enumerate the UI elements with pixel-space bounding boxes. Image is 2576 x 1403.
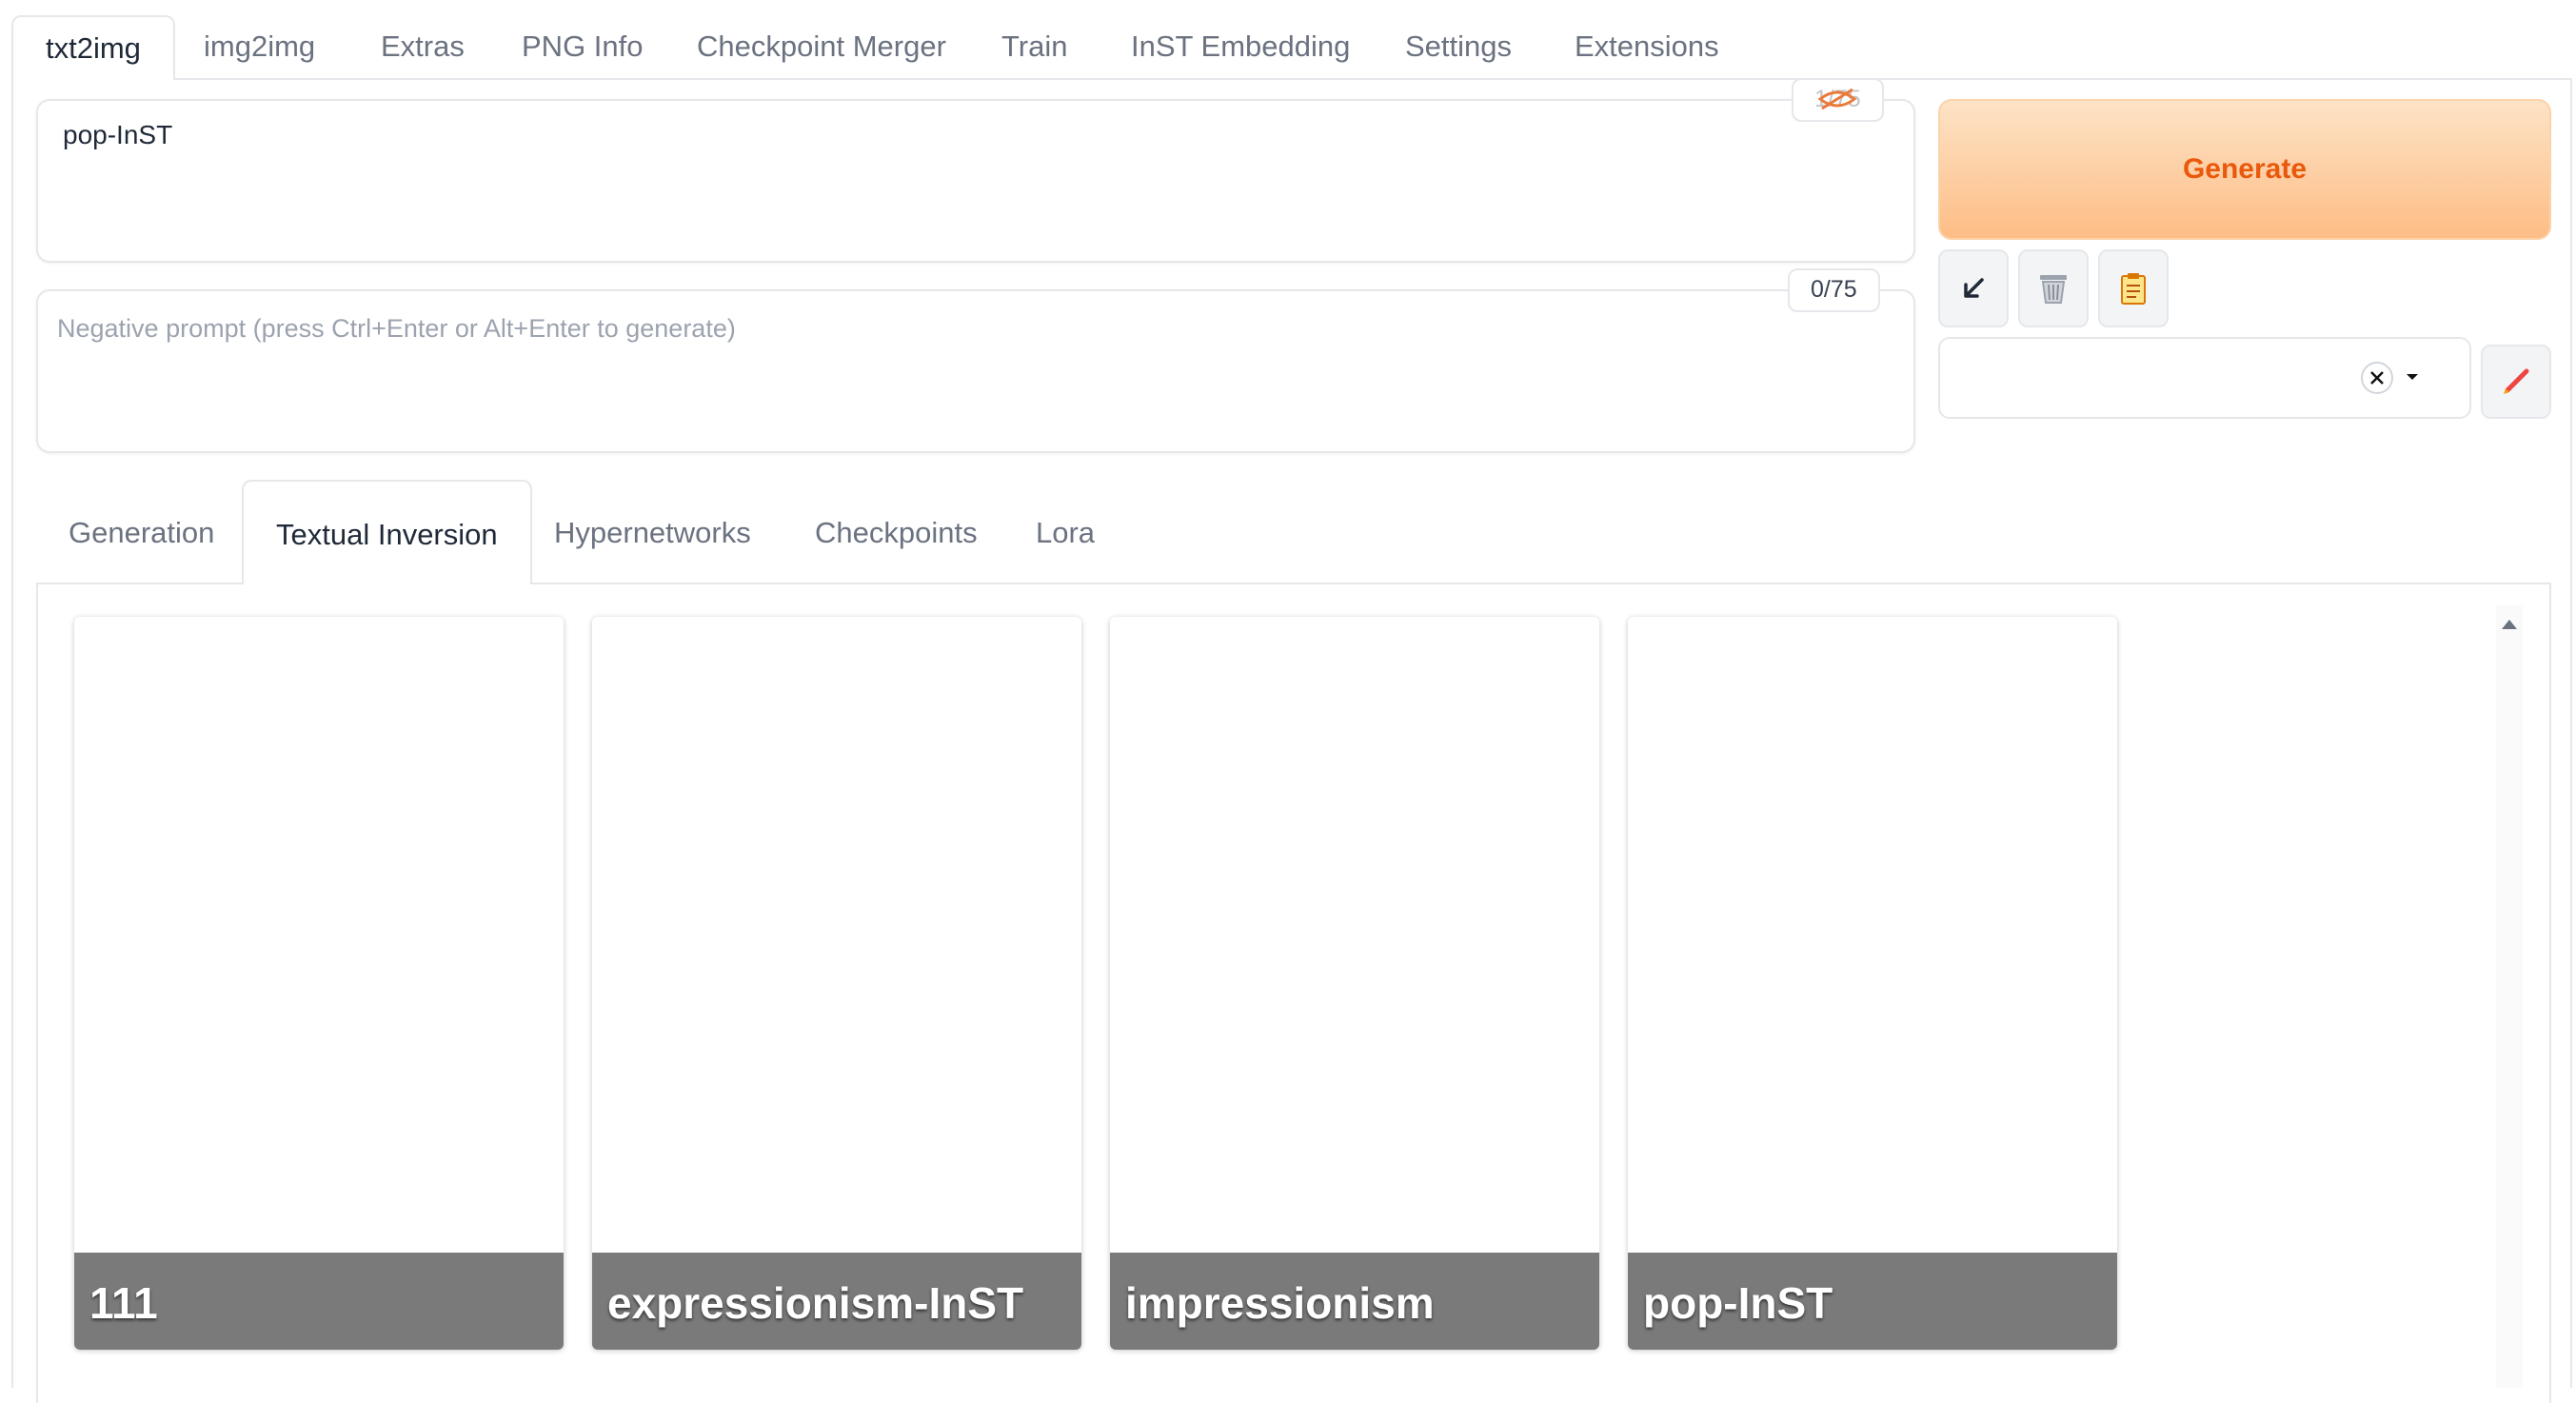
tab-png-info[interactable]: PNG Info	[489, 15, 676, 78]
tab-textual-inversion[interactable]: Textual Inversion	[242, 480, 532, 584]
card-label: 111	[74, 1253, 564, 1350]
pencil-icon	[2504, 368, 2529, 394]
generate-button[interactable]: Generate	[1938, 99, 2551, 240]
tab-checkpoint-merger[interactable]: Checkpoint Merger	[664, 15, 979, 78]
embedding-card-expressionism-inst[interactable]: expressionism-InST	[592, 617, 1081, 1350]
clipboard-icon	[2121, 273, 2146, 305]
card-label: expressionism-InST	[592, 1253, 1081, 1350]
card-label: impressionism	[1110, 1253, 1599, 1350]
clear-prompt-button[interactable]	[2018, 249, 2089, 327]
scroll-up-icon[interactable]	[2500, 617, 2519, 632]
embedding-card-111[interactable]: 111	[74, 617, 564, 1350]
prompt-token-counter: 1/75	[1792, 78, 1884, 122]
top-tab-bar-divider	[11, 78, 2572, 80]
embedding-card-impressionism[interactable]: impressionism	[1110, 617, 1599, 1350]
styles-dropdown[interactable]	[1938, 337, 2471, 419]
tab-img2img[interactable]: img2img	[171, 15, 347, 78]
chevron-down-icon[interactable]	[2405, 371, 2420, 383]
tab-txt2img[interactable]: txt2img	[11, 15, 175, 80]
token-hidden-icon	[1817, 88, 1857, 110]
negative-token-counter: 0/75	[1788, 268, 1880, 312]
page-border-right	[2570, 78, 2572, 1388]
prompt-textarea[interactable]: pop-InST	[36, 99, 1915, 263]
prompt-text: pop-InST	[63, 120, 173, 149]
tab-extras[interactable]: Extras	[348, 15, 497, 78]
negative-prompt-textarea[interactable]: Negative prompt (press Ctrl+Enter or Alt…	[36, 289, 1915, 453]
tab-inst-embedding[interactable]: InST Embedding	[1099, 15, 1382, 78]
trash-icon	[2040, 275, 2067, 304]
card-label: pop-InST	[1628, 1253, 2117, 1350]
tab-checkpoints[interactable]: Checkpoints	[783, 480, 1010, 583]
read-params-button[interactable]	[1938, 249, 2009, 327]
tab-settings[interactable]: Settings	[1373, 15, 1544, 78]
edit-styles-button[interactable]	[2481, 345, 2551, 419]
page-border-left	[11, 78, 13, 1388]
paste-style-button[interactable]	[2098, 249, 2169, 327]
tab-lora[interactable]: Lora	[1003, 480, 1127, 583]
arrow-down-left-icon	[1964, 278, 1984, 298]
scrollbar[interactable]	[2496, 605, 2523, 1388]
tab-extensions[interactable]: Extensions	[1542, 15, 1752, 78]
tab-generation[interactable]: Generation	[36, 480, 247, 583]
tab-train[interactable]: Train	[969, 15, 1100, 78]
embedding-card-pop-inst[interactable]: pop-InST	[1628, 617, 2117, 1350]
clear-icon[interactable]	[2359, 360, 2395, 396]
tab-hypernetworks[interactable]: Hypernetworks	[522, 480, 783, 583]
negative-prompt-placeholder: Negative prompt (press Ctrl+Enter or Alt…	[57, 314, 736, 343]
